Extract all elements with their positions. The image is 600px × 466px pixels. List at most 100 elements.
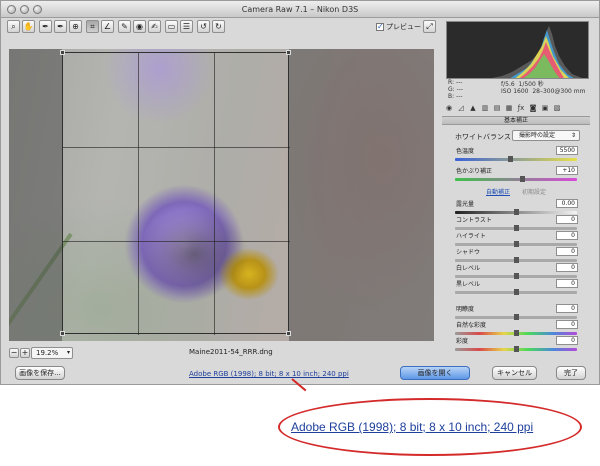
b-label: B: bbox=[448, 93, 455, 100]
slider-thumb[interactable] bbox=[520, 176, 526, 182]
tab-effects-icon[interactable]: ƒx bbox=[516, 103, 526, 113]
slider-track[interactable] bbox=[455, 158, 577, 161]
tab-camera-calibration-icon[interactable]: ◙ bbox=[528, 103, 538, 113]
slider-value-field[interactable]: 0.00 bbox=[556, 199, 578, 208]
adjustment-brush-icon[interactable]: ✍ bbox=[148, 20, 161, 33]
tab-split-toning-icon[interactable]: ▤ bbox=[492, 103, 502, 113]
preferences-icon[interactable]: ☰ bbox=[180, 20, 193, 33]
slider-value-field[interactable]: 0 bbox=[556, 304, 578, 313]
crop-handle-bottom-left[interactable] bbox=[60, 331, 65, 336]
r-label: R: bbox=[448, 79, 455, 86]
crop-handle-bottom-right[interactable] bbox=[286, 331, 291, 336]
tab-basic-icon[interactable]: ◉ bbox=[444, 103, 454, 113]
tab-tone-curve-icon[interactable]: ◿ bbox=[456, 103, 466, 113]
b-value: --- bbox=[456, 93, 463, 100]
preview-checkbox[interactable] bbox=[376, 21, 384, 33]
slider-value-field[interactable]: 0 bbox=[556, 320, 578, 329]
slider-value-field[interactable]: 0 bbox=[556, 279, 578, 288]
slider-label: シャドウ bbox=[456, 249, 481, 256]
white-balance-icon[interactable]: ✒ bbox=[39, 20, 52, 33]
fullscreen-icon[interactable]: ⤢ bbox=[423, 20, 436, 33]
slider-value-field[interactable]: 0 bbox=[556, 247, 578, 256]
shutter-value: 1/500 秒 bbox=[518, 81, 544, 88]
histogram-readout: R: --- G: --- B: --- f/5.6 1/500 秒 ISO 1… bbox=[446, 79, 589, 100]
minimize-window-icon[interactable] bbox=[20, 5, 29, 14]
done-button[interactable]: 完了 bbox=[556, 366, 586, 380]
auto-default-links: 自動補正 初期設定 bbox=[442, 187, 590, 197]
open-image-button[interactable]: 画像を開く bbox=[400, 366, 470, 380]
crop-guide-horizontal bbox=[63, 241, 290, 242]
image-filename: Maine2011-54_RRR.dng bbox=[189, 348, 273, 356]
preview-label: プレビュー bbox=[386, 23, 421, 31]
aperture-value: f/5.6 bbox=[501, 81, 515, 88]
zoom-icon[interactable]: ⌕ bbox=[7, 20, 20, 33]
slider-label: 露光量 bbox=[456, 201, 475, 208]
close-window-icon[interactable] bbox=[7, 5, 16, 14]
default-link[interactable]: 初期設定 bbox=[522, 189, 546, 196]
crop-frame[interactable] bbox=[60, 50, 291, 336]
exif-readout: f/5.6 1/500 秒 ISO 1600 28–300@300 mm bbox=[501, 79, 585, 95]
slider-value-field[interactable]: 0 bbox=[556, 215, 578, 224]
g-value: --- bbox=[456, 86, 464, 93]
crop-handle-top-left[interactable] bbox=[60, 50, 65, 55]
crop-guide-horizontal bbox=[63, 147, 290, 148]
crop-handle-top-right[interactable] bbox=[286, 50, 291, 55]
histogram bbox=[446, 21, 589, 79]
slider-label: 色かぶり補正 bbox=[456, 168, 493, 175]
tab-detail-icon[interactable]: ▲ bbox=[468, 103, 478, 113]
zoom-out-button[interactable]: − bbox=[9, 348, 19, 358]
tab-hsl-icon[interactable]: ▥ bbox=[480, 103, 490, 113]
tab-snapshots-icon[interactable]: ▧ bbox=[552, 103, 562, 113]
image-canvas[interactable] bbox=[9, 49, 434, 341]
callout-text: Adobe RGB (1998); 8 bit; 8 x 10 inch; 24… bbox=[291, 420, 534, 434]
slider-value-field[interactable]: +10 bbox=[556, 166, 578, 175]
basic-panel: ホワイトバランス： 撮影時の設定 ⇕ 色温度 5500 色かぶり補正 +10 自動補正… bbox=[442, 126, 590, 356]
white-balance-value: 撮影時の設定 bbox=[519, 132, 556, 139]
straighten-icon[interactable]: ∠ bbox=[101, 20, 114, 33]
slider-row: 黒レベル 0 bbox=[452, 279, 582, 303]
slider-value-field[interactable]: 0 bbox=[556, 231, 578, 240]
zoom-in-button[interactable]: + bbox=[20, 348, 30, 358]
slider-thumb[interactable] bbox=[507, 156, 513, 162]
chevron-down-icon: ▾ bbox=[66, 349, 70, 356]
iso-value: ISO 1600 bbox=[501, 88, 529, 95]
spot-removal-icon[interactable]: ✎ bbox=[118, 20, 131, 33]
targeted-adjust-icon[interactable]: ⊕ bbox=[69, 20, 82, 33]
slider-label: ハイライト bbox=[456, 233, 486, 240]
tool-bar: ⌕ ✋ ✒ ✒ ⊕ ⌗ ∠ ✎ ◉ ✍ ▭ ☰ ↺ ↻ bbox=[7, 20, 433, 37]
slider-label: コントラスト bbox=[456, 217, 492, 224]
crop-guide-vertical bbox=[214, 53, 215, 335]
save-image-button[interactable]: 画像を保存... bbox=[15, 366, 65, 380]
slider-thumb[interactable] bbox=[514, 346, 519, 352]
zoom-window-icon[interactable] bbox=[33, 5, 42, 14]
workflow-options-link[interactable]: Adobe RGB (1998); 8 bit; 8 x 10 inch; 24… bbox=[189, 370, 349, 378]
crop-icon[interactable]: ⌗ bbox=[86, 20, 99, 33]
rotate-cw-icon[interactable]: ↻ bbox=[212, 20, 225, 33]
g-label: G: bbox=[448, 86, 455, 93]
rotate-ccw-icon[interactable]: ↺ bbox=[197, 20, 210, 33]
slider-thumb[interactable] bbox=[514, 289, 519, 295]
crop-mask-right bbox=[289, 49, 434, 341]
zoom-level-value: 19.2% bbox=[36, 349, 59, 357]
crop-mask-left bbox=[9, 49, 62, 341]
title-bar: Camera Raw 7.1 – Nikon D3S bbox=[1, 1, 599, 18]
slider-track[interactable] bbox=[455, 178, 577, 181]
auto-link[interactable]: 自動補正 bbox=[486, 189, 510, 196]
zoom-level-select[interactable]: 19.2% ▾ bbox=[31, 347, 73, 359]
bottom-bar: 画像を保存... Adobe RGB (1998); 8 bit; 8 x 10… bbox=[1, 363, 599, 385]
cancel-button[interactable]: キャンセル bbox=[492, 366, 537, 380]
slider-label: 彩度 bbox=[456, 338, 469, 345]
slider-label: 自然な彩度 bbox=[456, 322, 487, 329]
tab-lens-icon[interactable]: ▦ bbox=[504, 103, 514, 113]
hand-icon[interactable]: ✋ bbox=[22, 20, 35, 33]
slider-value-field[interactable]: 0 bbox=[556, 263, 578, 272]
slider-value-field[interactable]: 0 bbox=[556, 336, 578, 345]
graduated-filter-icon[interactable]: ▭ bbox=[165, 20, 178, 33]
red-eye-icon[interactable]: ◉ bbox=[133, 20, 146, 33]
slider-value-field[interactable]: 5500 bbox=[556, 146, 578, 155]
slider-row: 彩度 0 bbox=[452, 336, 582, 360]
color-sampler-icon[interactable]: ✒ bbox=[54, 20, 67, 33]
r-value: --- bbox=[455, 79, 463, 86]
tab-presets-icon[interactable]: ▣ bbox=[540, 103, 550, 113]
white-balance-select[interactable]: 撮影時の設定 ⇕ bbox=[512, 130, 580, 141]
